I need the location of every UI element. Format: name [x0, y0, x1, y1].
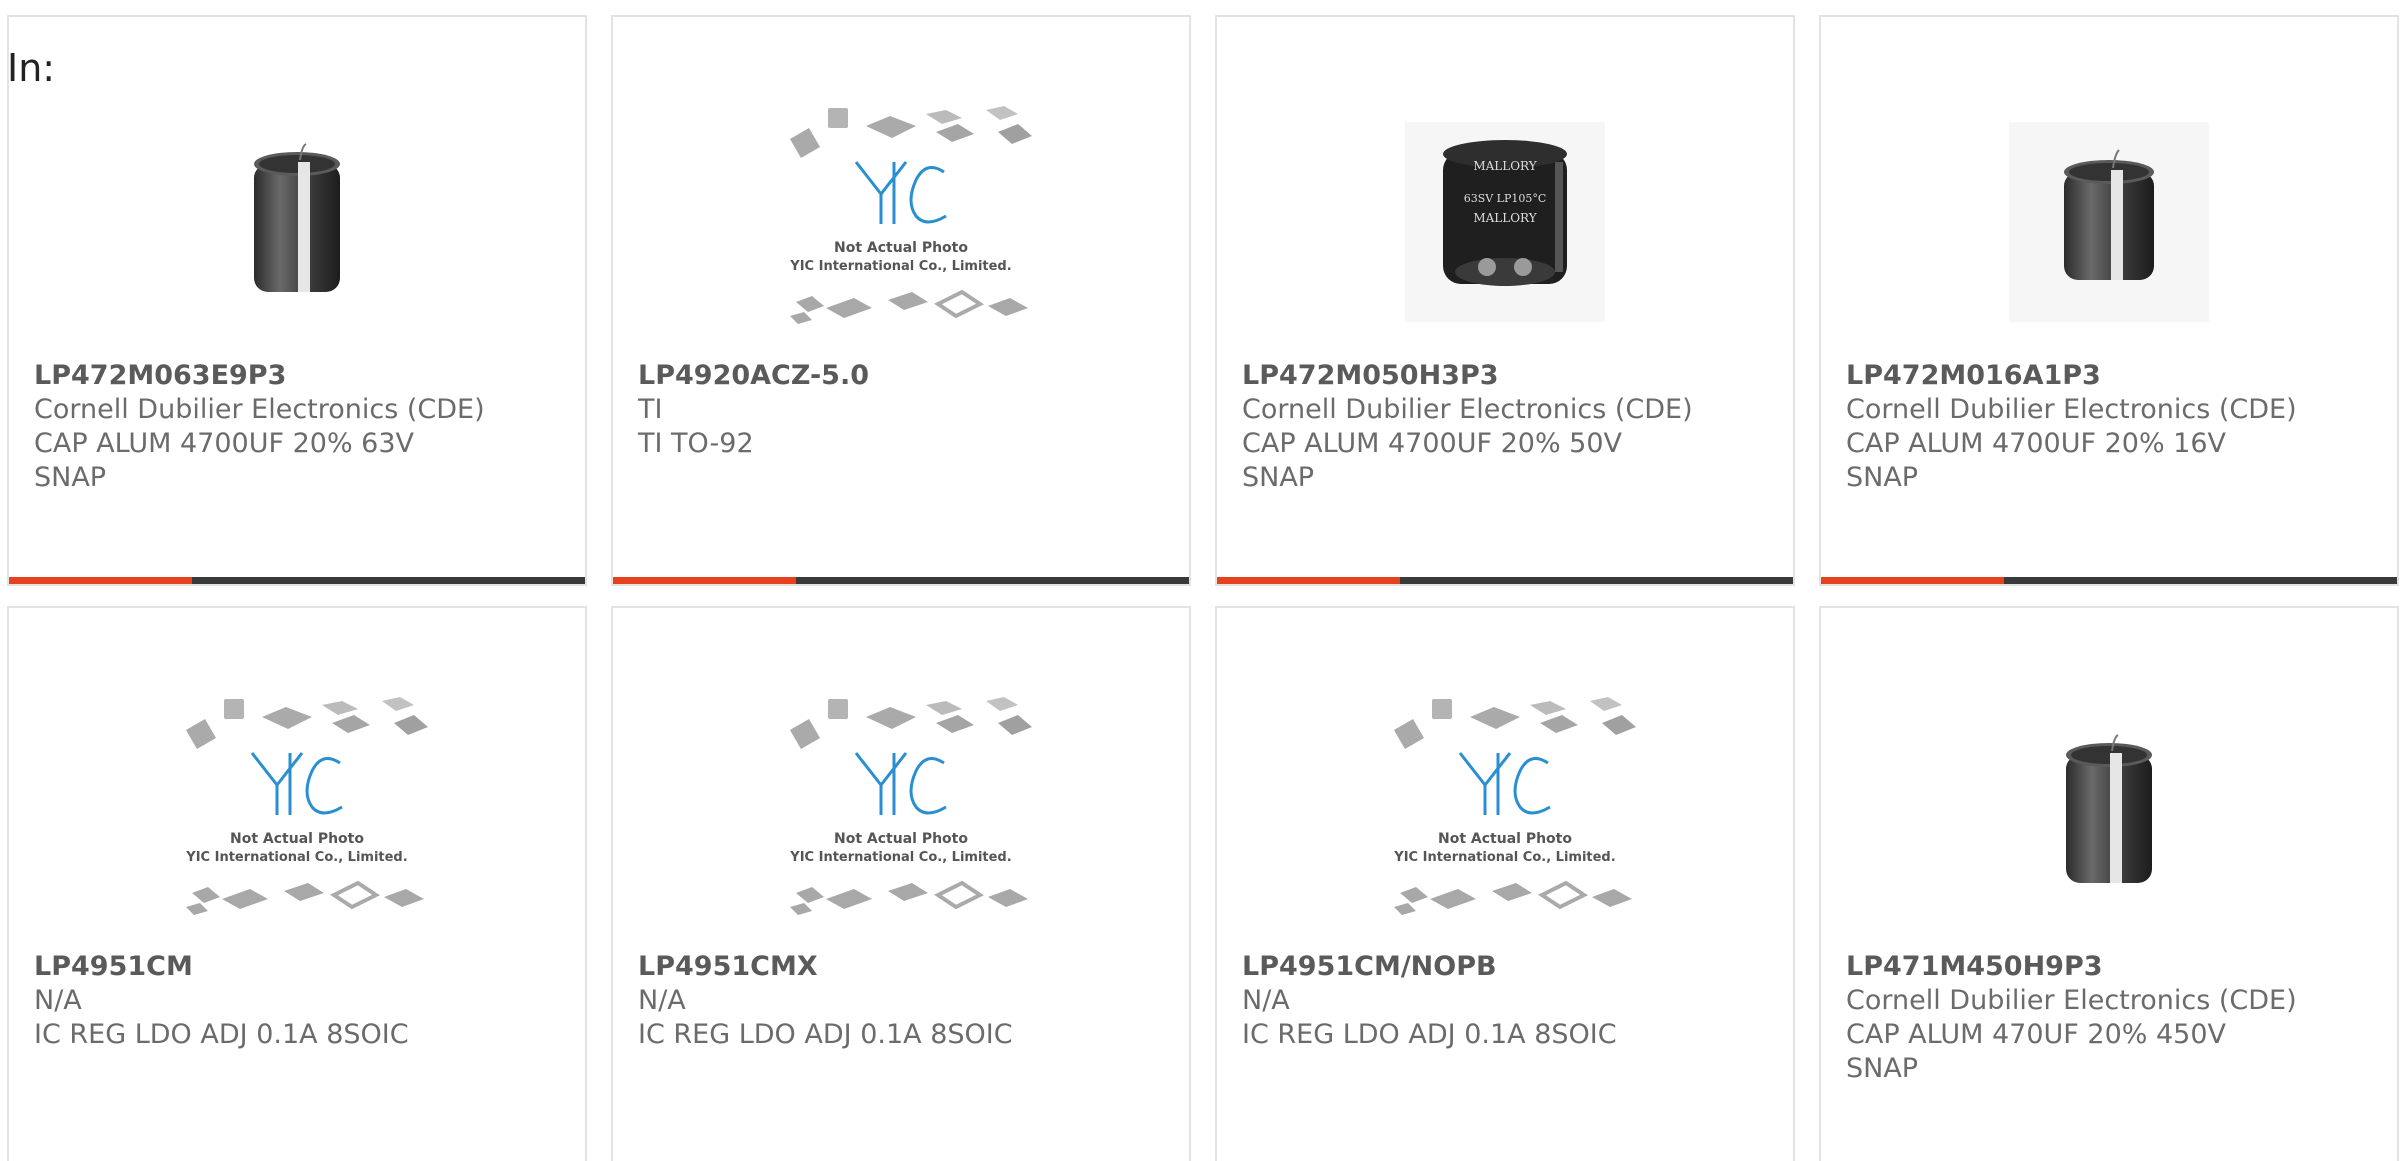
- svg-text:YIC International Co., Limited: YIC International Co., Limited.: [185, 850, 407, 865]
- card-accent-bar: [1821, 577, 2004, 584]
- card-bottom-bar: [1217, 577, 1793, 584]
- product-card[interactable]: LP472M016A1P3 Cornell Dubilier Electronic…: [1819, 15, 2399, 586]
- card-bottom-bar: [613, 577, 1189, 584]
- svg-text:63SV LP105°C: 63SV LP105°C: [1464, 192, 1547, 205]
- product-info: LP4951CM/NOPB N/A IC REG LDO ADJ 0.1A 8SOI…: [1242, 950, 1773, 1052]
- part-number-link[interactable]: LP4920ACZ-5.0: [638, 359, 1169, 393]
- manufacturer-text: TI: [638, 394, 663, 425]
- part-number-link[interactable]: LP4951CM/NOPB: [1242, 950, 1773, 984]
- product-card[interactable]: MALLORY 63SV LP105°C MALLORY LP472M050H3…: [1215, 15, 1795, 586]
- description-text: IC REG LDO ADJ 0.1A 8SOIC: [638, 1019, 1013, 1050]
- manufacturer-text: Cornell Dubilier Electronics (CDE): [1846, 394, 2297, 425]
- capacitor-image-icon: [2009, 122, 2209, 322]
- capacitor-image-icon: [2066, 734, 2152, 883]
- product-card[interactable]: LP471M450H9P3 Cornell Dubilier Electronic…: [1819, 606, 2399, 1161]
- product-image[interactable]: MALLORY 63SV LP105°C MALLORY: [1217, 77, 1793, 367]
- product-info: LP4951CM N/A IC REG LDO ADJ 0.1A 8SOIC: [34, 950, 565, 1052]
- product-card[interactable]: Not Actual Photo YIC International Co., …: [611, 606, 1191, 1161]
- product-info: LP471M450H9P3 Cornell Dubilier Electronic…: [1846, 950, 2377, 1086]
- product-image[interactable]: Not Actual Photo YIC International Co., …: [1217, 668, 1793, 958]
- description-text: SNAP: [1242, 462, 1315, 493]
- manufacturer-text: Cornell Dubilier Electronics (CDE): [1242, 394, 1693, 425]
- svg-text:Not Actual Photo: Not Actual Photo: [834, 831, 968, 847]
- part-number-link[interactable]: LP4951CMX: [638, 950, 1169, 984]
- capacitor-image-icon: MALLORY 63SV LP105°C MALLORY: [1405, 122, 1605, 322]
- manufacturer-text: Cornell Dubilier Electronics (CDE): [1846, 985, 2297, 1016]
- product-card[interactable]: Not Actual Photo YIC International Co., …: [1215, 606, 1795, 1161]
- product-image[interactable]: Not Actual Photo YIC International Co., …: [613, 77, 1189, 367]
- product-image[interactable]: [1821, 668, 2397, 958]
- manufacturer-text: N/A: [34, 985, 82, 1016]
- description-text: SNAP: [34, 462, 107, 493]
- product-card[interactable]: Not Actual Photo YIC International Co., …: [7, 606, 587, 1161]
- product-image[interactable]: Not Actual Photo YIC International Co., …: [9, 668, 585, 958]
- card-accent-bar: [613, 577, 796, 584]
- manufacturer-text: N/A: [638, 985, 686, 1016]
- card-bottom-bar: [1821, 577, 2397, 584]
- svg-text:YIC International Co., Limited: YIC International Co., Limited.: [1393, 850, 1615, 865]
- description-text: CAP ALUM 470UF 20% 450V: [1846, 1019, 2227, 1050]
- description-text: CAP ALUM 4700UF 20% 16V: [1846, 428, 2227, 459]
- svg-text:YIC International Co., Limited: YIC International Co., Limited.: [789, 259, 1011, 274]
- manufacturer-text: Cornell Dubilier Electronics (CDE): [34, 394, 485, 425]
- product-card[interactable]: LP472M063E9P3 Cornell Dubilier Electronic…: [7, 15, 587, 586]
- product-info: LP472M050H3P3 Cornell Dubilier Electronic…: [1242, 359, 1773, 495]
- capacitor-image-icon: [254, 143, 340, 292]
- product-info: LP472M063E9P3 Cornell Dubilier Electronic…: [34, 359, 565, 495]
- product-info: LP4920ACZ-5.0 TI TI TO-92: [638, 359, 1169, 461]
- svg-text:MALLORY: MALLORY: [1473, 159, 1537, 173]
- part-number-link[interactable]: LP471M450H9P3: [1846, 950, 2377, 984]
- search-prefix-label: In:: [7, 46, 56, 90]
- svg-text:Not Actual Photo: Not Actual Photo: [1438, 831, 1572, 847]
- product-card[interactable]: Not Actual Photo YIC International Co., …: [611, 15, 1191, 586]
- svg-text:YIC International Co., Limited: YIC International Co., Limited.: [789, 850, 1011, 865]
- card-accent-bar: [9, 577, 192, 584]
- part-number-link[interactable]: LP4951CM: [34, 950, 565, 984]
- product-image[interactable]: [9, 77, 585, 367]
- product-image[interactable]: Not Actual Photo YIC International Co., …: [613, 668, 1189, 958]
- card-accent-bar: [1217, 577, 1400, 584]
- yic-placeholder-icon: Not Actual Photo YIC International Co., …: [789, 697, 1032, 915]
- card-bottom-bar: [9, 577, 585, 584]
- description-text: SNAP: [1846, 1053, 1919, 1084]
- yic-placeholder-icon: Not Actual Photo YIC International Co., …: [185, 697, 428, 915]
- part-number-link[interactable]: LP472M050H3P3: [1242, 359, 1773, 393]
- product-info: LP472M016A1P3 Cornell Dubilier Electronic…: [1846, 359, 2377, 495]
- product-info: LP4951CMX N/A IC REG LDO ADJ 0.1A 8SOIC: [638, 950, 1169, 1052]
- yic-placeholder-icon: Not Actual Photo YIC International Co., …: [1393, 697, 1636, 915]
- description-text: CAP ALUM 4700UF 20% 63V: [34, 428, 415, 459]
- description-text: IC REG LDO ADJ 0.1A 8SOIC: [1242, 1019, 1617, 1050]
- manufacturer-text: N/A: [1242, 985, 1290, 1016]
- part-number-link[interactable]: LP472M063E9P3: [34, 359, 565, 393]
- part-number-link[interactable]: LP472M016A1P3: [1846, 359, 2377, 393]
- description-text: IC REG LDO ADJ 0.1A 8SOIC: [34, 1019, 409, 1050]
- svg-text:Not Actual Photo: Not Actual Photo: [230, 831, 364, 847]
- description-text: SNAP: [1846, 462, 1919, 493]
- description-text: TI TO-92: [638, 428, 754, 459]
- description-text: CAP ALUM 4700UF 20% 50V: [1242, 428, 1623, 459]
- yic-placeholder-icon: Not Actual Photo YIC International Co., …: [789, 106, 1032, 324]
- product-image[interactable]: [1821, 77, 2397, 367]
- svg-text:MALLORY: MALLORY: [1473, 211, 1537, 225]
- svg-text:Not Actual Photo: Not Actual Photo: [834, 240, 968, 256]
